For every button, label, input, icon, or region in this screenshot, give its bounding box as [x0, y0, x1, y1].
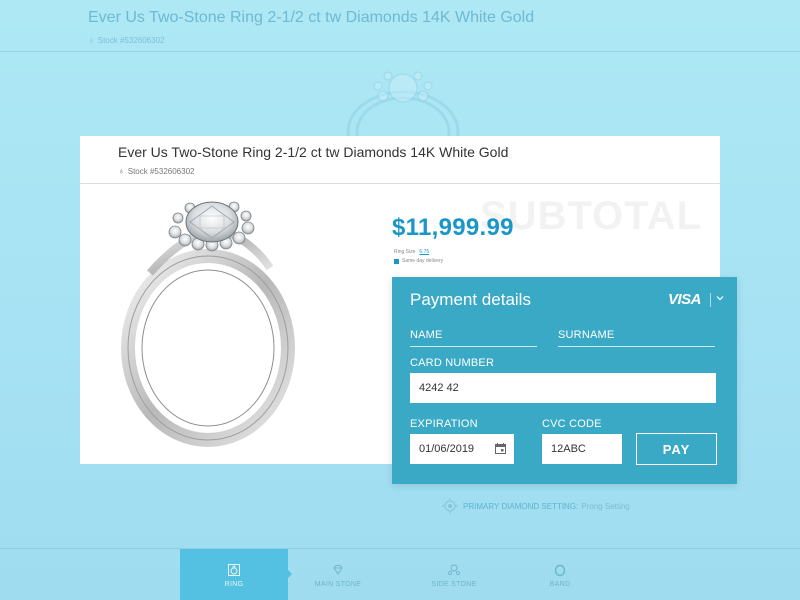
same-day-delivery[interactable]: Same day delivery	[394, 258, 443, 264]
ring-icon	[228, 563, 240, 576]
delivery-label: Same day delivery	[402, 258, 444, 264]
active-nav-indicator	[288, 570, 292, 578]
primary-diamond-setting: PRIMARY DIAMOND SETTING: Prong Setting	[442, 498, 630, 514]
surname-field[interactable]: SURNAME	[558, 329, 614, 341]
card-brand-selector[interactable]: VISA	[668, 291, 702, 308]
ring-icon: ♁	[118, 166, 125, 176]
product-header: Ever Us Two-Stone Ring 2-1/2 ct tw Diamo…	[80, 136, 720, 184]
background-stock: ♁ Stock #532606302	[88, 35, 164, 45]
expiration-label: EXPIRATION	[410, 418, 478, 430]
nav-item-ring[interactable]: RING	[180, 549, 288, 600]
nav-item-band[interactable]: BAND	[506, 549, 614, 600]
delivery-checkbox[interactable]	[394, 258, 399, 264]
ring-size-link[interactable]: 6.75	[419, 249, 429, 255]
name-underline	[410, 346, 537, 347]
product-stock-text: Stock #532606302	[127, 167, 195, 176]
nav-label-side-stone: SIDE STONE	[431, 580, 477, 588]
nav-label-ring: RING	[224, 580, 244, 588]
bottom-nav: RING MAIN STONE SIDE STONE BAND	[0, 548, 800, 600]
product-stock: ♁ Stock #532606302	[118, 166, 194, 176]
ring-size-label: Ring Size	[394, 249, 416, 255]
setting-value: Prong Setting	[581, 501, 630, 511]
nav-item-side-stone[interactable]: SIDE STONE	[400, 549, 508, 600]
cvc-input[interactable]: 12ABC	[542, 434, 622, 464]
background-header: Ever Us Two-Stone Ring 2-1/2 ct tw Diamo…	[0, 0, 800, 52]
card-number-label: CARD NUMBER	[410, 357, 495, 369]
diamond-icon	[333, 564, 343, 575]
card-number-input[interactable]: 4242 42	[410, 373, 716, 403]
ring-image	[121, 201, 295, 447]
name-field[interactable]: NAME	[410, 329, 443, 341]
payment-title: Payment details	[410, 290, 531, 309]
setting-label: PRIMARY DIAMOND SETTING:	[463, 501, 579, 511]
ring-size: Ring Size 6.75	[394, 249, 429, 255]
nav-item-main-stone[interactable]: MAIN STONE	[284, 549, 392, 600]
background-ring-image	[346, 71, 460, 142]
background-stock-text: Stock #532606302	[97, 36, 165, 45]
expiration-value: 01/06/2019	[419, 443, 475, 455]
pay-button[interactable]: PAY	[636, 433, 717, 465]
chevron-down-icon[interactable]	[716, 294, 724, 302]
side-stone-icon	[447, 564, 461, 575]
setting-icon	[442, 498, 458, 514]
expiration-input[interactable]: 01/06/2019	[410, 434, 514, 464]
ring-icon: ♁	[88, 35, 95, 45]
product-title: Ever Us Two-Stone Ring 2-1/2 ct tw Diamo…	[118, 144, 509, 160]
calendar-icon[interactable]	[495, 443, 506, 454]
surname-underline	[558, 346, 715, 347]
product-price: $11,999.99	[392, 214, 514, 241]
payment-panel: Payment details VISA NAME SURNAME CARD N…	[392, 277, 737, 484]
brand-divider	[710, 293, 711, 307]
cvc-label: CVC CODE	[542, 418, 602, 430]
nav-label-band: BAND	[549, 580, 571, 588]
nav-label-main-stone: MAIN STONE	[314, 580, 362, 588]
band-icon	[554, 564, 566, 576]
background-title: Ever Us Two-Stone Ring 2-1/2 ct tw Diamo…	[88, 9, 535, 26]
